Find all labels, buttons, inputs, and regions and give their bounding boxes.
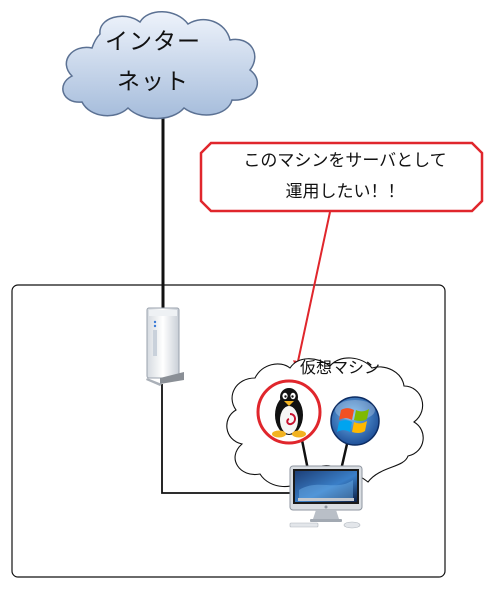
callout-text: このマシンをサーバとして 運用したい！！ <box>200 146 490 208</box>
callout-line2: 運用したい！！ <box>285 182 405 202</box>
callout-line1: このマシンをサーバとして <box>243 151 447 171</box>
windows-logo-icon <box>330 396 380 446</box>
router-icon <box>146 307 184 386</box>
vm-group-label: 仮想マシン <box>300 358 381 377</box>
internet-cloud-label: インター ネット <box>78 22 228 102</box>
network-diagram <box>11 11 484 578</box>
internet-cloud-line2: ネット <box>117 69 189 95</box>
internet-cloud-line1: インター <box>105 29 201 55</box>
